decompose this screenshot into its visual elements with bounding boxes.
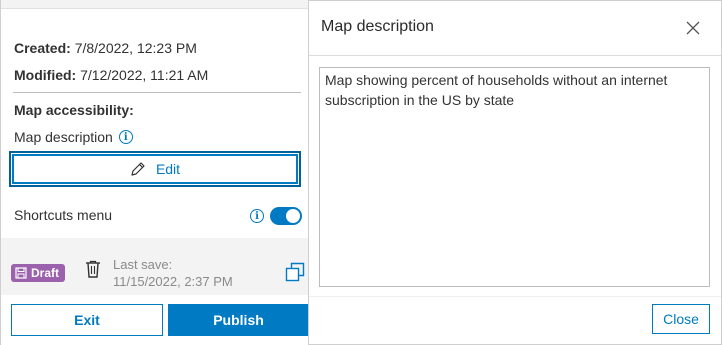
save-status-area: Draft Last save: 11/15/2022, 2:37 PM xyxy=(1,238,309,295)
exit-button[interactable]: Exit xyxy=(11,304,163,336)
modified-value: 7/12/2022, 11:21 AM xyxy=(80,67,209,83)
modified-row: Modified: 7/12/2022, 11:21 AM xyxy=(14,67,208,83)
toggle-knob xyxy=(286,209,300,223)
divider xyxy=(13,92,301,93)
dialog-header: Map description xyxy=(309,1,721,56)
created-value: 7/8/2022, 12:23 PM xyxy=(74,40,197,56)
shortcuts-toggle[interactable] xyxy=(270,207,302,225)
left-panel: Created: 7/8/2022, 12:23 PM Modified: 7/… xyxy=(0,0,309,345)
close-icon[interactable] xyxy=(685,20,701,36)
description-textarea[interactable]: Map showing percent of households withou… xyxy=(319,67,710,287)
trash-icon[interactable] xyxy=(85,260,101,278)
created-row: Created: 7/8/2022, 12:23 PM xyxy=(14,40,197,56)
last-save-value: 11/15/2022, 2:37 PM xyxy=(113,274,233,289)
edit-button[interactable]: Edit xyxy=(9,151,301,187)
dialog-title: Map description xyxy=(321,18,434,35)
map-description-row: Map description i xyxy=(14,129,133,145)
info-icon[interactable]: i xyxy=(118,130,133,144)
modified-label: Modified: xyxy=(14,67,77,83)
shortcuts-label: Shortcuts menu xyxy=(14,207,113,223)
draft-badge: Draft xyxy=(11,264,66,282)
edit-button-label: Edit xyxy=(155,161,181,177)
panel-top-edge xyxy=(1,0,309,9)
shortcuts-row: Shortcuts menu i xyxy=(14,207,302,225)
draft-badge-label: Draft xyxy=(31,266,60,280)
created-label: Created: xyxy=(14,40,71,56)
map-description-label: Map description xyxy=(14,129,113,145)
save-icon xyxy=(15,267,27,279)
close-button[interactable]: Close xyxy=(652,304,710,334)
duplicate-icon[interactable] xyxy=(285,262,305,282)
last-save: Last save: 11/15/2022, 2:37 PM xyxy=(113,256,233,290)
dialog-footer-divider xyxy=(309,296,721,297)
map-description-dialog: Map description Map showing percent of h… xyxy=(308,0,722,345)
map-accessibility-title: Map accessibility: xyxy=(14,102,134,118)
pencil-icon xyxy=(131,162,145,176)
publish-button[interactable]: Publish xyxy=(168,304,309,336)
last-save-label: Last save: xyxy=(113,257,173,272)
info-icon[interactable]: i xyxy=(250,209,264,223)
